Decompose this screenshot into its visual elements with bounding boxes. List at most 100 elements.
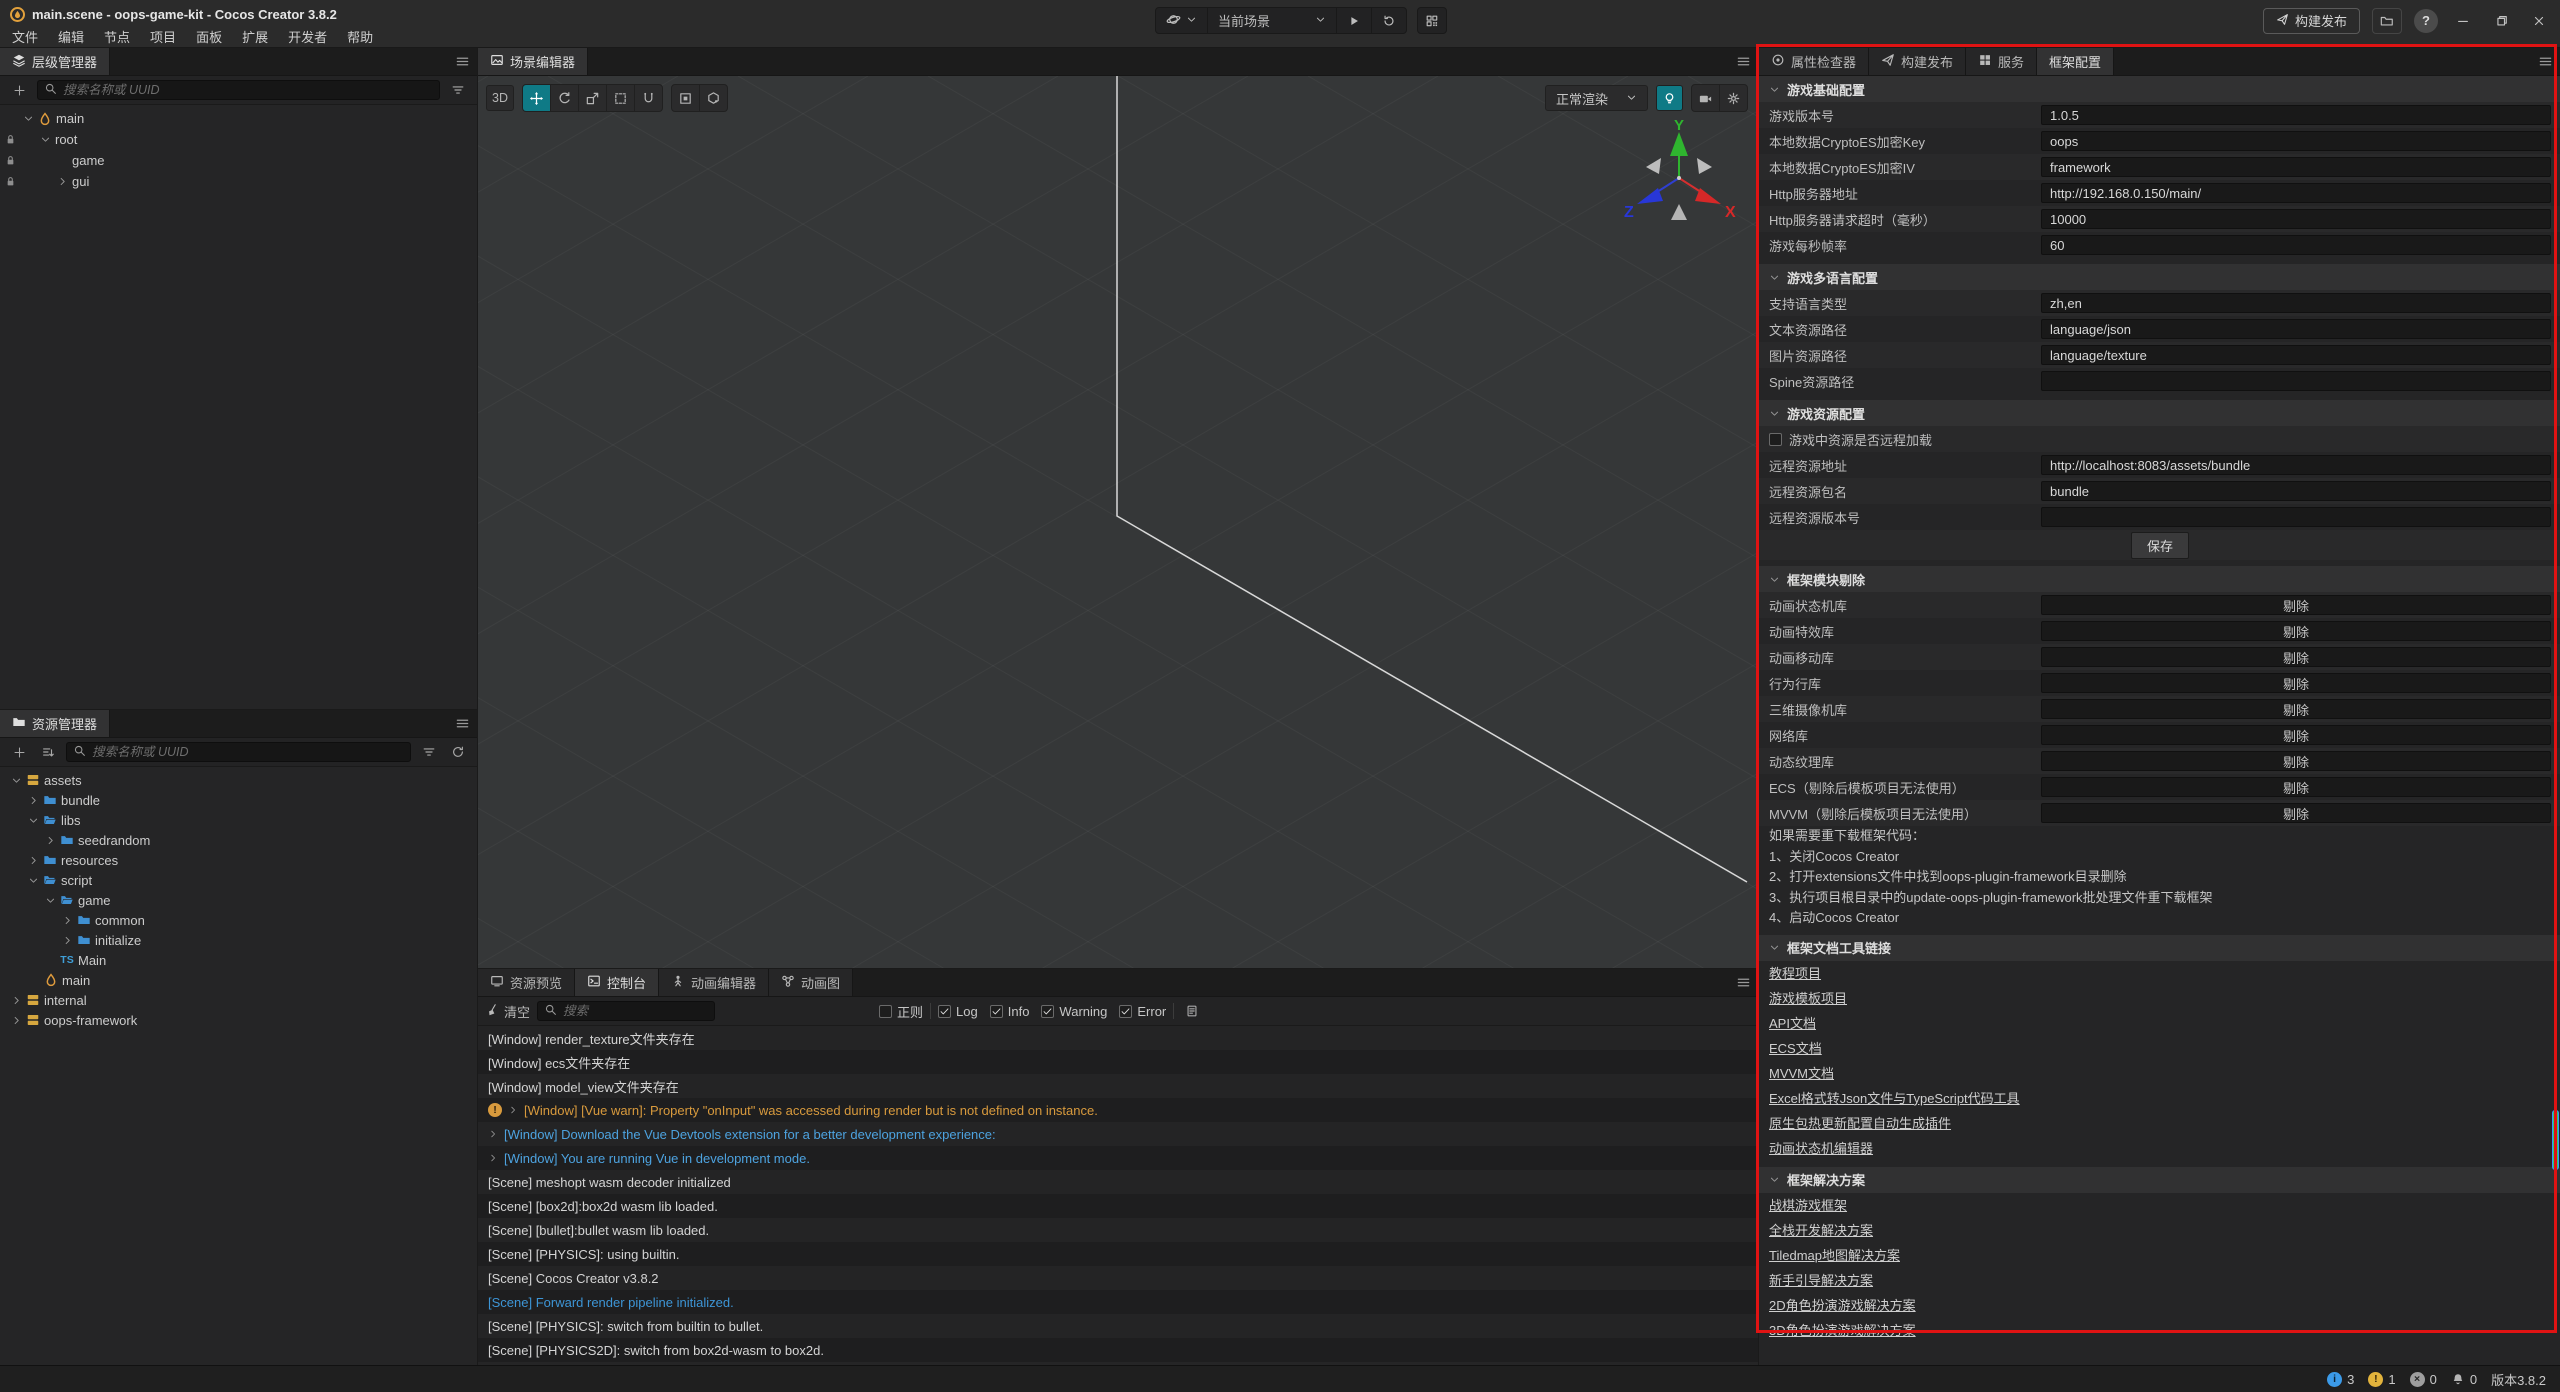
menu-item[interactable]: 开发者 [278, 27, 337, 46]
close-button[interactable] [2526, 8, 2552, 34]
console-panel-menu-icon[interactable] [1728, 969, 1758, 996]
scene-select[interactable]: 当前场景 [1208, 8, 1336, 33]
preview-platform-select[interactable] [1156, 8, 1207, 33]
assets-search-input[interactable] [92, 745, 404, 759]
info-count[interactable]: i 3 [2327, 1372, 2354, 1387]
section-header[interactable]: 游戏多语言配置 [1759, 264, 2560, 290]
tree-row[interactable]: oops-framework [0, 1010, 477, 1030]
clear-console-button[interactable]: 清空 [486, 1002, 530, 1021]
log-row[interactable]: [Scene] meshopt wasm decoder initialized [478, 1170, 1758, 1194]
section-header[interactable]: 游戏资源配置 [1759, 400, 2560, 426]
tree-row[interactable]: initialize [0, 930, 477, 950]
error-count[interactable]: × 0 [2410, 1372, 2437, 1387]
chevron-down-icon[interactable] [20, 113, 36, 124]
notification-count[interactable]: 0 [2451, 1372, 2477, 1387]
chevron-right-icon[interactable] [59, 915, 75, 926]
assets-filter-icon[interactable] [418, 742, 440, 762]
tab-构建发布[interactable]: 构建发布 [1869, 48, 1966, 75]
expand-chevron-icon[interactable] [488, 1153, 498, 1163]
log-row[interactable]: [Scene] Forward render pipeline initiali… [478, 1290, 1758, 1314]
build-publish-button[interactable]: 构建发布 [2263, 8, 2360, 34]
chevron-down-icon[interactable] [25, 815, 41, 826]
doc-link[interactable]: 新手引导解决方案 [1759, 1268, 2560, 1293]
remove-module-button[interactable]: 剔除 [2041, 751, 2551, 771]
log-file-icon[interactable] [1181, 1001, 1203, 1021]
expand-chevron-icon[interactable] [508, 1105, 518, 1115]
remote-load-checkbox[interactable] [1769, 433, 1782, 446]
camera-settings-button[interactable] [1692, 85, 1719, 111]
tree-row[interactable]: game [0, 890, 477, 910]
console-search-input[interactable] [563, 1004, 724, 1018]
log-row[interactable]: ![Window] [Vue warn]: Property "onInput"… [478, 1098, 1758, 1122]
tool-anchor-button[interactable] [635, 85, 662, 111]
tree-row[interactable]: common [0, 910, 477, 930]
tree-row[interactable]: TSMain [0, 950, 477, 970]
play-button[interactable] [1337, 8, 1371, 33]
hierarchy-panel-menu-icon[interactable] [447, 48, 477, 75]
orientation-gizmo[interactable]: Y Z X [1614, 116, 1744, 236]
chevron-right-icon[interactable] [8, 1015, 24, 1026]
field-input[interactable] [2041, 105, 2551, 125]
assets-search[interactable] [66, 742, 411, 762]
tree-row[interactable]: main [0, 108, 477, 129]
chevron-right-icon[interactable] [25, 855, 41, 866]
remove-module-button[interactable]: 剔除 [2041, 647, 2551, 667]
doc-link[interactable]: ECS文档 [1759, 1036, 2560, 1061]
create-asset-button[interactable] [8, 742, 30, 762]
save-button[interactable]: 保存 [2131, 532, 2189, 559]
inspector-scrollbar-thumb[interactable] [2552, 1110, 2559, 1170]
section-header[interactable]: 框架模块剔除 [1759, 566, 2560, 592]
field-input[interactable] [2041, 131, 2551, 151]
log-row[interactable]: [Scene] [bullet]:bullet wasm lib loaded. [478, 1218, 1758, 1242]
field-input[interactable] [2041, 455, 2551, 475]
chevron-right-icon[interactable] [59, 935, 75, 946]
chevron-down-icon[interactable] [42, 895, 58, 906]
menu-item[interactable]: 编辑 [48, 27, 94, 46]
remove-module-button[interactable]: 剔除 [2041, 777, 2551, 797]
hierarchy-filter-icon[interactable] [447, 80, 469, 100]
menu-item[interactable]: 帮助 [337, 27, 383, 46]
field-input[interactable] [2041, 293, 2551, 313]
sort-assets-icon[interactable] [37, 742, 59, 762]
log-row[interactable]: [Scene] Cocos Creator v3.8.2 [478, 1266, 1758, 1290]
tree-row[interactable]: gui [0, 171, 477, 192]
doc-link[interactable]: 原生包热更新配置自动生成插件 [1759, 1111, 2560, 1136]
field-input[interactable] [2041, 345, 2551, 365]
render-mode-select[interactable]: 正常渲染 [1545, 85, 1648, 111]
log-row[interactable]: [Scene] [PHYSICS]: switch from builtin t… [478, 1314, 1758, 1338]
scene-panel-menu-icon[interactable] [1728, 48, 1758, 75]
inspector-panel-menu-icon[interactable] [2530, 48, 2560, 75]
tree-row[interactable]: root [0, 129, 477, 150]
help-button[interactable]: ? [2414, 9, 2438, 33]
restart-button[interactable] [1372, 8, 1406, 33]
tool-snap-ui-button[interactable] [672, 85, 699, 111]
tree-row[interactable]: assets [0, 770, 477, 790]
log-row[interactable]: [Window] ecs文件夹存在 [478, 1050, 1758, 1074]
log-row[interactable]: [Scene] [PHYSICS2D]: switch from box2d-w… [478, 1338, 1758, 1362]
field-input[interactable] [2041, 481, 2551, 501]
filter-info-checkbox[interactable]: Info [990, 1004, 1030, 1019]
filter-warning-checkbox[interactable]: Warning [1041, 1004, 1107, 1019]
mode-3d-button[interactable]: 3D [486, 85, 514, 111]
chevron-right-icon[interactable] [25, 795, 41, 806]
field-input[interactable] [2041, 235, 2551, 255]
scene-gear-button[interactable] [1720, 85, 1747, 111]
field-input[interactable] [2041, 319, 2551, 339]
remove-module-button[interactable]: 剔除 [2041, 803, 2551, 823]
log-row[interactable]: [Window] model_view文件夹存在 [478, 1074, 1758, 1098]
create-node-button[interactable] [8, 80, 30, 100]
minimize-button[interactable] [2450, 8, 2476, 34]
tab-hierarchy[interactable]: 层级管理器 [0, 48, 110, 75]
doc-link[interactable]: API文档 [1759, 1011, 2560, 1036]
tool-move-button[interactable] [523, 85, 550, 111]
tree-row[interactable]: script [0, 870, 477, 890]
tool-rect-button[interactable] [607, 85, 634, 111]
chevron-down-icon[interactable] [25, 875, 41, 886]
remove-module-button[interactable]: 剔除 [2041, 699, 2551, 719]
tab-属性检查器[interactable]: 属性检查器 [1759, 48, 1869, 75]
doc-link[interactable]: MVVM文档 [1759, 1061, 2560, 1086]
field-input[interactable] [2041, 371, 2551, 391]
warning-count[interactable]: ! 1 [2368, 1372, 2395, 1387]
tab-控制台[interactable]: 控制台 [575, 969, 659, 996]
log-row[interactable]: [Window] Download the Vue Devtools exten… [478, 1122, 1758, 1146]
